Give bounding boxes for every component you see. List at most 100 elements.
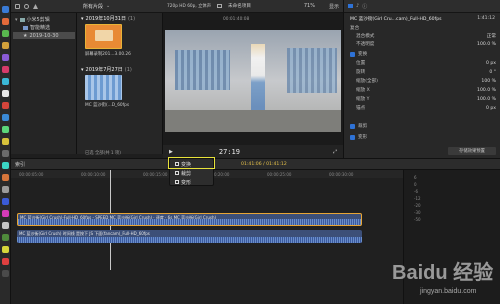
app-icon[interactable]: [2, 114, 9, 121]
section-label: 变换: [358, 52, 368, 57]
star-icon: ★: [23, 32, 28, 39]
date-group-header[interactable]: ▾ 2019年7月27日 (1): [81, 66, 132, 74]
app-icon[interactable]: [2, 174, 9, 181]
video-tab-icon[interactable]: [348, 4, 353, 8]
play-icon[interactable]: ▶: [169, 149, 173, 155]
event-item-selected[interactable]: ★ 2019-10-30: [13, 32, 75, 39]
scale-x-row[interactable]: 缩放 X 100.0 %: [350, 86, 496, 94]
timecode: 27:19: [218, 147, 240, 156]
row-label: 不透明度: [356, 42, 375, 47]
library-item[interactable]: ▾ 小米5剪辑: [15, 16, 50, 24]
rotation-value[interactable]: 0 °: [489, 70, 496, 75]
highlight-box: [168, 157, 215, 169]
row-label: 混合模式: [356, 34, 375, 39]
disclosure-icon: ▾: [81, 66, 84, 73]
index-button[interactable]: 索引: [15, 161, 25, 168]
timeline-clip-selected[interactable]: MC 蓝沙街(Girl Crush)·Full-HD_60fps - SPEED…: [17, 213, 362, 226]
zoom-dropdown[interactable]: 71%: [304, 3, 315, 9]
save-preset-button[interactable]: 存储效果预置: [448, 147, 496, 155]
fullscreen-icon[interactable]: ⤢: [333, 149, 337, 155]
meter-label: -30: [414, 210, 421, 215]
anchor-row[interactable]: 锚点 0 px: [350, 104, 496, 112]
scale-y-value[interactable]: 100.0 %: [477, 97, 496, 102]
app-icon[interactable]: [2, 30, 9, 37]
group-count: (1): [127, 15, 136, 22]
app-icon[interactable]: [2, 126, 9, 133]
app-icon[interactable]: [2, 186, 9, 193]
clip-thumbnail[interactable]: [85, 24, 122, 49]
meter-scale: 6 0 -6 -12 -20 -30 -50: [414, 174, 421, 223]
app-icon[interactable]: [2, 90, 9, 97]
finder-icon[interactable]: [2, 6, 9, 13]
meter-label: 6: [414, 175, 417, 180]
background-wall: [287, 48, 337, 93]
section-crop[interactable]: 裁剪: [350, 122, 496, 130]
photos-icon[interactable]: [24, 4, 29, 9]
app-icon[interactable]: [2, 138, 9, 145]
clip-thumbnail[interactable]: [85, 75, 122, 100]
opacity-value[interactable]: 100.0 %: [477, 42, 496, 47]
clip-filter-dropdown[interactable]: 所有片段: [83, 3, 103, 10]
libraries-sidebar: ▾ 小米5剪辑 智能精选 ★ 2019-10-30: [11, 0, 77, 154]
format-label[interactable]: 720p HD 60p, 立体声: [167, 3, 211, 9]
clip-title: MC 蓝沙街(Girl Cru...cam)_Full-HD_60fps: [350, 16, 442, 22]
app-icon[interactable]: [2, 102, 9, 109]
timeline-clip[interactable]: MC 蓝沙街(Girl Crush) 时间线 是按下 JS 下面(fancam)…: [17, 230, 362, 243]
app-icon[interactable]: [2, 78, 9, 85]
row-label: 缩放 Y: [356, 97, 370, 102]
laptop-image: [95, 30, 113, 41]
section-label: 复合: [350, 26, 360, 31]
row-label: 缩放 X: [356, 88, 370, 93]
clip-name: MC 蓝沙街(...D_60fps: [85, 103, 130, 108]
info-tab-icon[interactable]: ⓘ: [362, 3, 367, 10]
app-icon[interactable]: [2, 246, 9, 253]
app-icon[interactable]: [2, 66, 9, 73]
blend-mode-row[interactable]: 混合模式 正常: [350, 32, 496, 40]
date-group-header[interactable]: ▾ 2019年10月31日 (1): [81, 15, 136, 23]
app-icon[interactable]: [2, 54, 9, 61]
app-icon[interactable]: [2, 210, 9, 217]
scale-value[interactable]: 100 %: [481, 79, 496, 84]
app-icon[interactable]: [2, 162, 9, 169]
app-icon[interactable]: [2, 150, 9, 157]
anchor-value[interactable]: 0 px: [486, 106, 496, 111]
checkbox-icon[interactable]: [350, 51, 355, 57]
scale-y-row[interactable]: 缩放 Y 100.0 %: [350, 95, 496, 103]
row-label: 位置: [356, 61, 366, 66]
app-icon[interactable]: [2, 18, 9, 25]
checkbox-icon[interactable]: [350, 123, 355, 129]
menu-label: 裁剪: [181, 170, 192, 177]
menu-label: 变形: [181, 179, 192, 186]
app-icon[interactable]: [2, 258, 9, 265]
library-icon[interactable]: [15, 4, 20, 9]
audio-tab-icon[interactable]: ♪: [356, 3, 359, 9]
row-label: 旋转: [356, 70, 366, 75]
ruler-tick: 00:00:15:00: [143, 171, 168, 177]
menu-item-crop[interactable]: 裁剪: [172, 169, 211, 177]
titles-icon[interactable]: [33, 4, 38, 9]
position-value[interactable]: 0 px: [486, 61, 496, 66]
menu-item-distort[interactable]: 变形: [172, 178, 211, 186]
section-transform[interactable]: 变换: [350, 50, 496, 58]
trash-icon[interactable]: [2, 270, 9, 277]
rotation-row[interactable]: 旋转 0 °: [350, 68, 496, 76]
clip-name: 屏幕录制201...3.00.26: [85, 52, 131, 57]
scale-x-value[interactable]: 100.0 %: [477, 88, 496, 93]
meter-label: 0: [414, 182, 417, 187]
section-compositing[interactable]: 复合: [350, 24, 496, 32]
position-row[interactable]: 位置 0 px: [350, 59, 496, 67]
app-icon[interactable]: [2, 234, 9, 241]
app-icon[interactable]: [2, 222, 9, 229]
blend-mode-value[interactable]: 正常: [487, 33, 496, 39]
chevron-down-icon: ⌄: [106, 3, 111, 9]
browser: 所有片段 ⌄ ▾ 2019年10月31日 (1) 屏幕录制201...3.00.…: [77, 0, 163, 156]
opacity-row[interactable]: 不透明度 100.0 %: [350, 40, 496, 48]
app-icon[interactable]: [2, 42, 9, 49]
view-dropdown[interactable]: 显示: [329, 3, 339, 10]
app-icon[interactable]: [2, 198, 9, 205]
checkbox-icon[interactable]: [350, 134, 355, 140]
scale-all-row[interactable]: 缩放(全部) 100 %: [350, 77, 496, 85]
section-distort[interactable]: 变形: [350, 133, 496, 141]
smart-collection-item[interactable]: 智能精选: [23, 24, 50, 31]
inspector: ♪ ⓘ MC 蓝沙街(Girl Cru...cam)_Full-HD_60fps…: [343, 0, 500, 158]
